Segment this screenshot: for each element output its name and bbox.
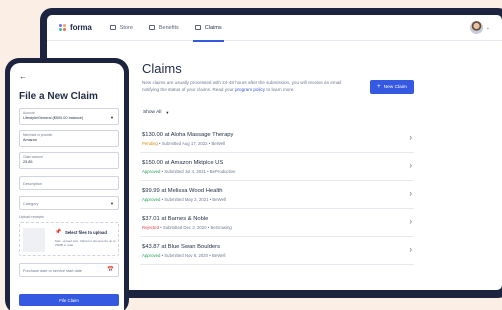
store-icon (109, 25, 116, 30)
brand-name: forma (70, 23, 92, 32)
claim-row[interactable]: $43.87 at Blue Swan Boulders Approved • … (140, 237, 414, 265)
mobile-screen: ← File a New Claim Account Lifestyle/Gen… (10, 63, 124, 310)
chevron-right-icon: › (409, 189, 412, 198)
chevron-down-icon: ⌄ (485, 24, 490, 31)
amount-label: Claim amount (23, 154, 43, 159)
tab-benefits[interactable]: Benefits (143, 15, 185, 41)
page-description: New claims are usually processed with 24… (142, 80, 352, 93)
claim-meta: Rejected • Submitted Dec 3, 2020 • BeGro… (142, 225, 232, 230)
claim-title: $43.87 at Blue Swan Boulders (142, 244, 220, 250)
program-policy-link[interactable]: program policy (235, 87, 265, 92)
upload-thumbnail (23, 228, 45, 252)
claim-status: Approved (142, 253, 161, 258)
claim-title: $37.01 at Barnes & Noble (142, 216, 209, 222)
tab-store-label: Store (119, 24, 133, 31)
claims-list: $130.00 at Aloha Massage Therapy Pending… (140, 125, 414, 265)
new-claim-button[interactable]: + New Claim (370, 80, 414, 94)
paperclip-icon: 📌 (55, 229, 62, 235)
back-arrow-icon[interactable]: ← (19, 72, 27, 81)
claim-program: BeWell (211, 253, 226, 258)
category-select[interactable]: Category ▼ (19, 196, 119, 210)
chevron-right-icon: › (409, 133, 412, 142)
claim-status: Pending (142, 141, 158, 146)
mobile-page-title: File a New Claim (19, 91, 98, 102)
claim-program: BeWell (212, 197, 226, 202)
upload-label: Upload receipts (19, 215, 44, 219)
upload-dropzone[interactable]: 📌 Select files to upload Max. upload siz… (19, 222, 119, 256)
purchase-date-placeholder: Purchase date or service start date (23, 268, 82, 273)
account-value: Lifestyle/General ($500.00 balance) (23, 116, 84, 120)
upload-title: Select files to upload (65, 230, 107, 235)
chevron-right-icon: › (409, 161, 412, 170)
avatar (469, 21, 483, 34)
claim-status: Approved (142, 197, 161, 202)
amount-value: 25.85 (23, 160, 33, 164)
filter-label: Show All (143, 110, 162, 115)
forma-logo-icon (59, 23, 67, 32)
claim-submitted: Submitted May 2, 2021 (164, 197, 209, 202)
claim-submitted: Submitted Aug 17, 2022 (161, 141, 208, 146)
claim-row[interactable]: $99.99 at Melissa Wood Health Approved •… (140, 181, 414, 209)
amount-field[interactable]: Claim amount 25.85 (19, 152, 119, 169)
claim-program: BeGrowing (210, 225, 232, 230)
claim-status: Approved (142, 169, 161, 174)
claim-meta: Approved • Submitted Jul 4, 2021 • BePro… (142, 169, 236, 174)
tab-benefits-label: Benefits (158, 24, 179, 31)
brand-logo[interactable]: forma (59, 23, 92, 32)
upload-hint: Max. upload size: Valid per documents up… (55, 239, 116, 248)
description-field[interactable]: Description (19, 176, 119, 190)
description-end: to learn more. (265, 86, 295, 92)
claim-meta: Pending • Submitted Aug 17, 2022 • BeWel… (142, 141, 226, 146)
merchant-label: Merchant or provider (23, 132, 53, 137)
chevron-right-icon: › (409, 245, 412, 254)
calendar-icon: 📅 (107, 267, 114, 273)
claim-title: $99.99 at Melissa Wood Health (142, 188, 223, 194)
phone-frame: ← File a New Claim Account Lifestyle/Gen… (5, 58, 129, 310)
account-label: Account (23, 110, 35, 115)
claim-meta: Approved • Submitted Nov 6, 2020 • BeWel… (142, 253, 226, 258)
caret-down-icon: ▼ (165, 110, 170, 115)
tab-claims-label: Claims (204, 24, 222, 31)
chevron-right-icon: › (409, 217, 412, 226)
merchant-value: Amazon (23, 138, 37, 142)
caret-down-icon: ▼ (110, 115, 114, 120)
claim-title: $150.00 at Amazon Mktplce US (142, 160, 224, 166)
show-all-filter[interactable]: Show All ▼ (143, 110, 169, 115)
claim-row[interactable]: $37.01 at Barnes & Noble Rejected • Subm… (140, 209, 414, 237)
category-placeholder: Category (23, 201, 39, 206)
benefits-icon (148, 25, 155, 30)
merchant-field[interactable]: Merchant or provider Amazon (19, 130, 119, 147)
claim-program: BeProductive (209, 169, 236, 174)
top-nav: forma Store Benefits Claims ⌄ (47, 15, 502, 42)
purchase-date-field[interactable]: Purchase date or service start date 📅 (19, 263, 119, 277)
file-claim-button[interactable]: File Claim (19, 294, 119, 306)
claim-status: Rejected (142, 225, 159, 230)
account-select[interactable]: Account Lifestyle/General ($500.00 balan… (19, 108, 119, 125)
page-title: Claims (142, 61, 182, 76)
profile-menu[interactable]: ⌄ (469, 21, 490, 34)
description-placeholder: Description (23, 181, 42, 186)
claim-submitted: Submitted Jul 4, 2021 (164, 169, 206, 174)
plus-icon: + (377, 84, 381, 90)
caret-down-icon: ▼ (110, 201, 114, 206)
claim-meta: Approved • Submitted May 2, 2021 • BeWel… (142, 197, 226, 202)
new-claim-label: New Claim (383, 84, 407, 90)
claims-icon (194, 25, 201, 30)
claim-title: $130.00 at Aloha Massage Therapy (142, 132, 234, 138)
claim-submitted: Submitted Nov 6, 2020 (164, 253, 209, 258)
claim-row[interactable]: $130.00 at Aloha Massage Therapy Pending… (140, 125, 414, 153)
claim-row[interactable]: $150.00 at Amazon Mktplce US Approved • … (140, 153, 414, 181)
tab-store[interactable]: Store (104, 15, 139, 41)
claim-submitted: Submitted Dec 3, 2020 (162, 225, 207, 230)
claim-program: BeWell (211, 141, 226, 146)
tab-claims[interactable]: Claims (189, 15, 228, 42)
